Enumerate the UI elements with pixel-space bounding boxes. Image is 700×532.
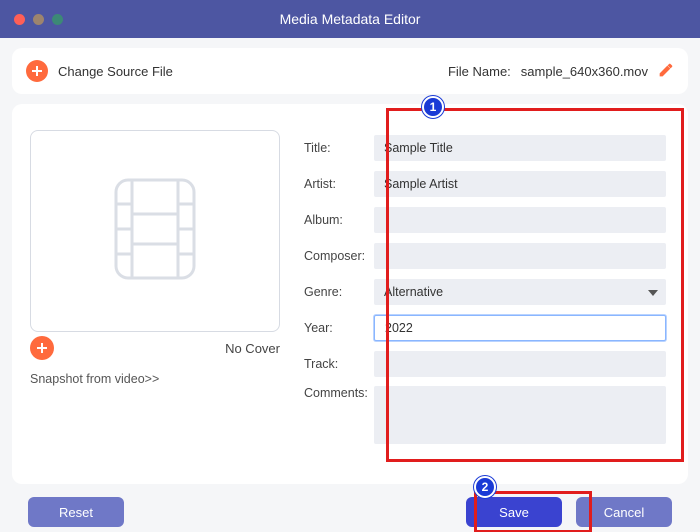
artist-label: Artist: <box>304 177 374 191</box>
annotation-badge-2: 2 <box>474 476 496 498</box>
genre-value: Alternative <box>384 285 443 299</box>
window-title: Media Metadata Editor <box>0 11 700 27</box>
chevron-down-icon <box>648 285 658 299</box>
film-placeholder-icon <box>110 174 200 289</box>
add-cover-button[interactable] <box>30 336 54 360</box>
source-file-bar: Change Source File File Name: sample_640… <box>12 48 688 94</box>
album-field[interactable] <box>374 207 666 233</box>
close-window-button[interactable] <box>14 14 25 25</box>
comments-field[interactable] <box>374 386 666 444</box>
minimize-window-button[interactable] <box>33 14 44 25</box>
title-field[interactable] <box>374 135 666 161</box>
window-titlebar: Media Metadata Editor <box>0 0 700 38</box>
genre-select[interactable]: Alternative <box>374 279 666 305</box>
change-source-file-icon[interactable] <box>26 60 48 82</box>
file-name-value: sample_640x360.mov <box>521 64 648 79</box>
genre-label: Genre: <box>304 285 374 299</box>
reset-button[interactable]: Reset <box>28 497 124 527</box>
title-label: Title: <box>304 141 374 155</box>
file-name-label: File Name: <box>448 64 511 79</box>
cancel-button[interactable]: Cancel <box>576 497 672 527</box>
artist-field[interactable] <box>374 171 666 197</box>
no-cover-label: No Cover <box>225 341 280 356</box>
composer-field[interactable] <box>374 243 666 269</box>
track-field[interactable] <box>374 351 666 377</box>
metadata-form: Title: Artist: Album: Composer: Genre: <box>288 122 676 474</box>
year-label: Year: <box>304 321 374 335</box>
cover-preview <box>30 130 280 332</box>
cover-column: No Cover Snapshot from video>> <box>26 122 288 474</box>
save-button[interactable]: Save <box>466 497 562 527</box>
annotation-badge-1: 1 <box>422 96 444 118</box>
maximize-window-button[interactable] <box>52 14 63 25</box>
editor-body: No Cover Snapshot from video>> Title: Ar… <box>12 104 688 484</box>
year-field[interactable] <box>374 315 666 341</box>
snapshot-from-video-link[interactable]: Snapshot from video>> <box>30 372 280 386</box>
track-label: Track: <box>304 357 374 371</box>
window-controls <box>0 14 63 25</box>
comments-label: Comments: <box>304 386 374 400</box>
footer-bar: Reset Save Cancel 2 <box>12 484 688 532</box>
album-label: Album: <box>304 213 374 227</box>
edit-filename-icon[interactable] <box>658 62 674 81</box>
composer-label: Composer: <box>304 249 374 263</box>
change-source-file-button[interactable]: Change Source File <box>58 64 173 79</box>
